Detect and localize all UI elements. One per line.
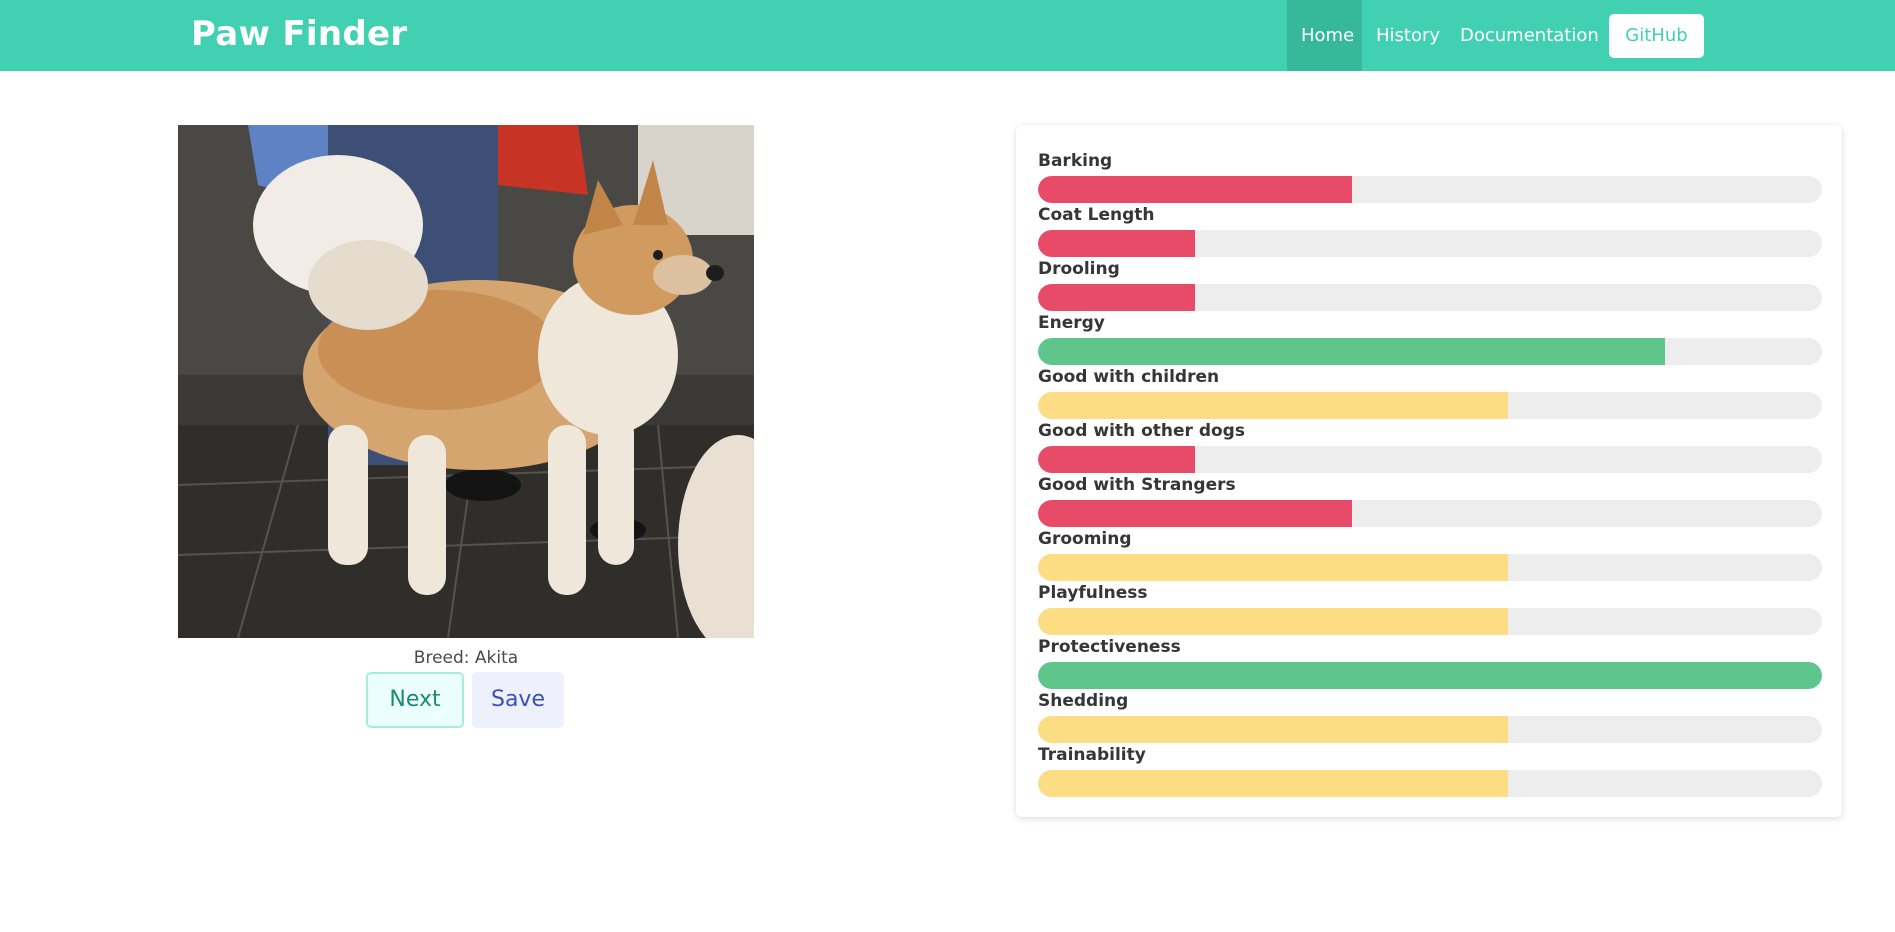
trait-progress-fill (1038, 446, 1195, 473)
github-button[interactable]: GitHub (1609, 14, 1704, 58)
trait-progress-bar (1038, 662, 1822, 689)
trait-row-barking: Barking (1038, 151, 1822, 205)
trait-label: Shedding (1038, 691, 1129, 711)
save-button[interactable]: Save (472, 672, 564, 728)
trait-row-protectiveness: Protectiveness (1038, 637, 1822, 691)
trait-row-good-with-strangers: Good with Strangers (1038, 475, 1822, 529)
trait-row-coat-length: Coat Length (1038, 205, 1822, 259)
trait-label: Trainability (1038, 745, 1146, 765)
trait-progress-bar (1038, 230, 1822, 257)
trait-label: Coat Length (1038, 205, 1155, 225)
trait-progress-fill (1038, 716, 1509, 743)
nav-history[interactable]: History (1362, 0, 1446, 71)
trait-label: Barking (1038, 151, 1113, 171)
trait-row-shedding: Shedding (1038, 691, 1822, 745)
trait-progress-bar (1038, 554, 1822, 581)
trait-progress-fill (1038, 608, 1509, 635)
trait-label: Grooming (1038, 529, 1132, 549)
nav-documentation[interactable]: Documentation (1446, 0, 1599, 71)
trait-progress-bar (1038, 500, 1822, 527)
trait-row-energy: Energy (1038, 313, 1822, 367)
trait-progress-fill (1038, 230, 1195, 257)
trait-progress-bar (1038, 338, 1822, 365)
trait-progress-fill (1038, 770, 1509, 797)
trait-label: Protectiveness (1038, 637, 1181, 657)
trait-row-playfulness: Playfulness (1038, 583, 1822, 637)
trait-progress-fill (1038, 392, 1509, 419)
trait-row-good-with-other-dogs: Good with other dogs (1038, 421, 1822, 475)
trait-progress-bar (1038, 716, 1822, 743)
trait-row-grooming: Grooming (1038, 529, 1822, 583)
trait-label: Playfulness (1038, 583, 1148, 603)
trait-progress-bar (1038, 392, 1822, 419)
next-button[interactable]: Next (366, 672, 464, 728)
trait-label: Good with other dogs (1038, 421, 1245, 441)
trait-row-trainability: Trainability (1038, 745, 1822, 799)
trait-progress-fill (1038, 338, 1666, 365)
navbar: Paw Finder Home History Documentation Gi… (0, 0, 1895, 71)
trait-progress-fill (1038, 284, 1195, 311)
trait-progress-fill (1038, 554, 1509, 581)
trait-progress-fill (1038, 662, 1822, 689)
traits-card: Barking Coat Length Drooling Energy Good wit… (1016, 125, 1842, 817)
trait-progress-bar (1038, 284, 1822, 311)
trait-row-good-with-children: Good with children (1038, 367, 1822, 421)
trait-progress-bar (1038, 176, 1822, 203)
dog-photo (178, 125, 754, 638)
trait-label: Drooling (1038, 259, 1120, 279)
brand-logo[interactable]: Paw Finder (191, 14, 407, 54)
trait-progress-bar (1038, 770, 1822, 797)
trait-label: Good with children (1038, 367, 1220, 387)
trait-progress-fill (1038, 500, 1352, 527)
trait-progress-bar (1038, 608, 1822, 635)
trait-label: Good with Strangers (1038, 475, 1236, 495)
trait-row-drooling: Drooling (1038, 259, 1822, 313)
trait-progress-fill (1038, 176, 1352, 203)
nav-home[interactable]: Home (1287, 0, 1362, 71)
trait-progress-bar (1038, 446, 1822, 473)
trait-label: Energy (1038, 313, 1105, 333)
breed-label: Breed: Akita (413, 648, 519, 668)
